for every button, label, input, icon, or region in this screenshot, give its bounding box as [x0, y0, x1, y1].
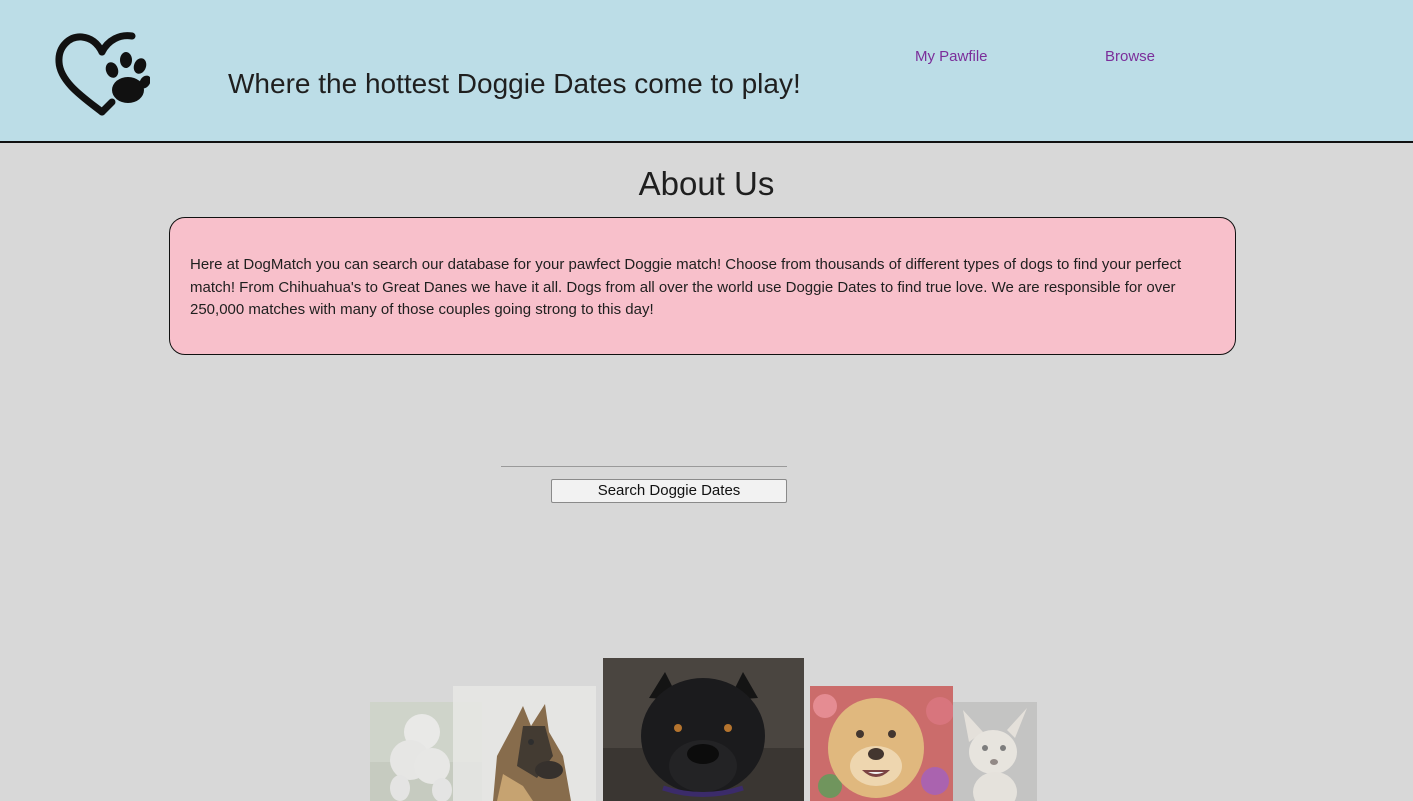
dog-image-carousel[interactable]	[0, 640, 1413, 801]
dog-image-pitbull[interactable]	[603, 658, 804, 801]
site-tagline: Where the hottest Doggie Dates come to p…	[228, 68, 801, 99]
dog-image-golden-retriever[interactable]	[810, 686, 953, 801]
site-header: Where the hottest Doggie Dates come to p…	[0, 0, 1413, 143]
nav-browse-link[interactable]: Browse	[1105, 47, 1155, 67]
dog-image-chihuahua[interactable]	[953, 702, 1037, 801]
about-us-box: Here at DogMatch you can search our data…	[169, 217, 1236, 355]
about-us-heading: About Us	[638, 165, 775, 202]
heart-paw-icon[interactable]	[54, 30, 150, 118]
nav-my-pawfile-link[interactable]: My Pawfile	[915, 47, 988, 67]
search-doggie-dates-button[interactable]: Search Doggie Dates	[551, 479, 787, 503]
search-input[interactable]	[501, 448, 787, 467]
about-us-text: Here at DogMatch you can search our data…	[190, 256, 1182, 318]
dog-image-german-shepherd[interactable]	[453, 686, 596, 801]
